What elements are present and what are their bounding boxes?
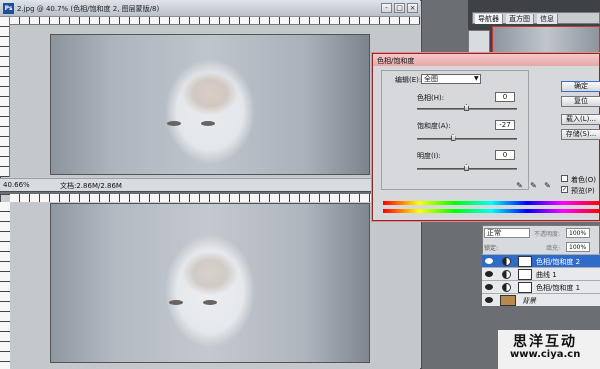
zoom-level[interactable]: 40.66% bbox=[3, 181, 30, 189]
opacity-input[interactable]: 100% bbox=[566, 228, 590, 238]
saturation-slider-track[interactable] bbox=[417, 138, 517, 140]
document-size[interactable]: 文档:2.86M/2.86M bbox=[60, 181, 122, 191]
document-title: 2.jpg @ 40.7% (色相/饱和度 2, 图层蒙版/8) bbox=[17, 5, 160, 13]
document-titlebar[interactable]: Ps 2.jpg @ 40.7% (色相/饱和度 2, 图层蒙版/8) - □ … bbox=[0, 0, 420, 17]
ok-button[interactable]: 确定 bbox=[561, 81, 600, 92]
save-button[interactable]: 存储(S)... bbox=[561, 129, 600, 140]
maximize-button[interactable]: □ bbox=[394, 3, 405, 13]
hue-label: 色相(H): bbox=[417, 94, 445, 102]
layer-mask-thumb[interactable] bbox=[518, 256, 532, 267]
photo-eye-right bbox=[201, 121, 215, 126]
adjustment-layer-icon bbox=[502, 257, 511, 266]
preview-label: 预览(P) bbox=[571, 187, 595, 195]
eye-icon[interactable] bbox=[485, 297, 493, 303]
photoshop-icon: Ps bbox=[3, 3, 14, 14]
eye-icon[interactable] bbox=[485, 284, 493, 290]
color-spectrum-bar bbox=[383, 201, 599, 205]
eyedropper-minus-icon[interactable]: ✎ bbox=[543, 181, 552, 190]
chevron-down-icon[interactable]: ▼ bbox=[474, 75, 479, 82]
layer-row[interactable]: 色相/饱和度 2 bbox=[482, 254, 600, 267]
layer-row[interactable]: 背景 bbox=[482, 293, 600, 306]
reset-button[interactable]: 复位 bbox=[561, 96, 600, 107]
blend-mode-select[interactable]: 正常 bbox=[484, 228, 530, 238]
eye-icon[interactable] bbox=[485, 258, 493, 264]
eye-icon[interactable] bbox=[485, 271, 493, 277]
navigator-tabs: 导航器 直方图 信息 bbox=[472, 12, 600, 24]
tab-info[interactable]: 信息 bbox=[537, 14, 558, 24]
layer-name[interactable]: 色相/饱和度 2 bbox=[536, 257, 580, 267]
adjustment-layer-icon bbox=[502, 270, 511, 279]
photo-canvas-after[interactable] bbox=[50, 34, 370, 175]
tab-navigator[interactable]: 导航器 bbox=[475, 14, 503, 24]
layer-name[interactable]: 色相/饱和度 1 bbox=[536, 283, 580, 293]
layer-row[interactable]: 色相/饱和度 1 bbox=[482, 280, 600, 293]
photo-eye-left-2 bbox=[169, 300, 183, 305]
load-button[interactable]: 载入(L)... bbox=[561, 114, 600, 125]
layer-mask-thumb[interactable] bbox=[518, 269, 532, 280]
minimize-button[interactable]: - bbox=[381, 3, 392, 13]
photo-eye-left bbox=[167, 121, 181, 126]
dialog-title: 色相/饱和度 bbox=[377, 57, 415, 65]
saturation-input[interactable]: -27 bbox=[495, 120, 515, 130]
vertical-ruler-2 bbox=[0, 202, 10, 369]
watermark-url: www.ciya.cn bbox=[510, 349, 581, 360]
adjustment-layer-icon bbox=[502, 283, 511, 292]
hue-saturation-dialog: 色相/饱和度 编辑(E): 全图 ▼ 色相(H): 0 饱和度(A): -27 … bbox=[372, 53, 600, 221]
layer-name[interactable]: 背景 bbox=[522, 296, 536, 306]
colorize-label: 着色(O) bbox=[571, 176, 596, 184]
edit-label: 编辑(E): bbox=[395, 76, 422, 84]
eyedropper-icon[interactable]: ✎ bbox=[515, 181, 524, 190]
dialog-titlebar[interactable]: 色相/饱和度 bbox=[373, 54, 599, 66]
horizontal-ruler bbox=[10, 17, 420, 25]
watermark-text: 思洋互动 bbox=[513, 334, 577, 350]
color-spectrum-bar-adjusted bbox=[383, 209, 599, 213]
background-thumb bbox=[500, 295, 516, 306]
close-button[interactable]: × bbox=[407, 3, 418, 13]
horizontal-ruler-2 bbox=[10, 194, 420, 202]
preview-checkbox[interactable]: ✓ bbox=[561, 186, 568, 193]
edit-select[interactable]: 全图 bbox=[421, 74, 481, 84]
hue-input[interactable]: 0 bbox=[495, 92, 515, 102]
layer-mask-thumb[interactable] bbox=[518, 282, 532, 293]
colorize-checkbox[interactable] bbox=[561, 175, 568, 182]
eyedropper-plus-icon[interactable]: ✎ bbox=[529, 181, 538, 190]
fill-input[interactable]: 100% bbox=[566, 242, 590, 252]
opacity-label: 不透明度: bbox=[534, 231, 561, 238]
saturation-label: 饱和度(A): bbox=[417, 122, 451, 130]
layer-row[interactable]: 曲线 1 bbox=[482, 267, 600, 280]
fill-label: 填充: bbox=[546, 245, 561, 252]
status-bar: 40.66% 文档:2.86M/2.86M bbox=[0, 178, 420, 191]
lightness-input[interactable]: 0 bbox=[495, 150, 515, 160]
lightness-label: 明度(I): bbox=[417, 152, 441, 160]
adjustment-group bbox=[381, 70, 529, 190]
vertical-ruler bbox=[0, 17, 10, 177]
tab-histogram[interactable]: 直方图 bbox=[506, 14, 534, 24]
photo-canvas-before[interactable] bbox=[50, 203, 370, 363]
lock-label: 锁定: bbox=[484, 245, 499, 252]
photo-eye-right-2 bbox=[203, 300, 217, 305]
layer-name[interactable]: 曲线 1 bbox=[536, 270, 557, 280]
